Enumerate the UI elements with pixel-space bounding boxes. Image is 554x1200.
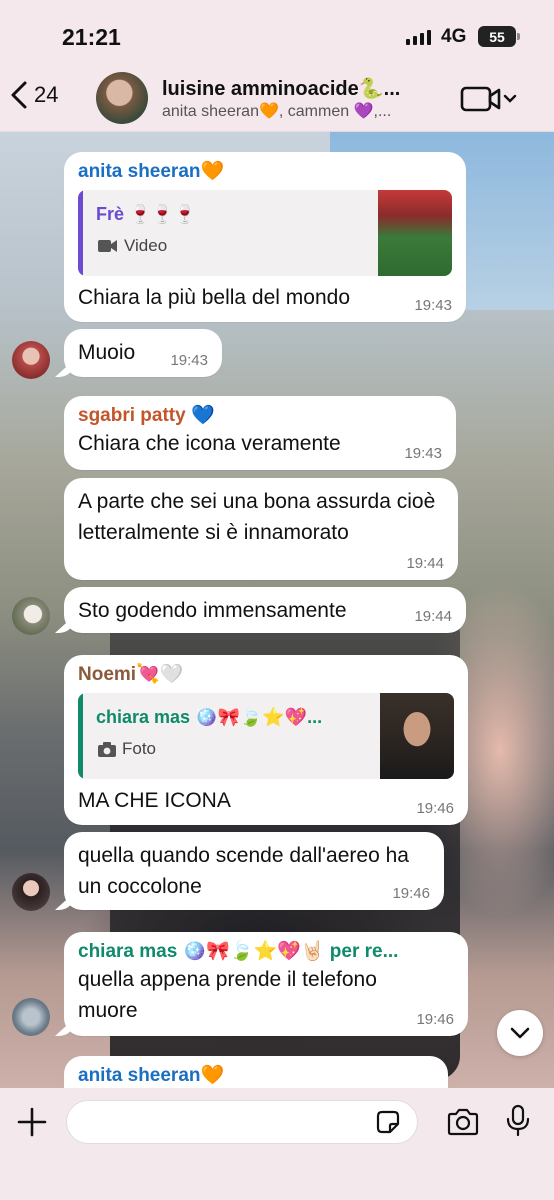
group-participants[interactable]: anita sheeran🧡, cammen 💜,... <box>162 101 391 121</box>
message-list[interactable]: anita sheeran🧡 Frè 🍷🍷🍷 Video Chiara la p… <box>0 0 554 1106</box>
message-text: A parte che sei una bona assurda cioè le… <box>78 490 436 544</box>
camera-icon <box>447 1108 479 1136</box>
message-bubble[interactable]: chiara mas 🪩🎀🍃⭐💖🤘🏻 per re... quella appe… <box>64 932 468 1036</box>
message-bubble[interactable]: sgabri patty 💙 Chiara che icona verament… <box>64 396 456 470</box>
scroll-to-bottom-button[interactable] <box>497 1010 543 1056</box>
sender-avatar[interactable] <box>12 998 50 1036</box>
sticker-button[interactable] <box>374 1108 402 1141</box>
chevron-left-icon <box>11 81 27 109</box>
message-text: MA CHE ICONA <box>78 789 231 812</box>
back-button[interactable]: 24 <box>10 80 58 110</box>
message-time: 19:43 <box>170 352 208 369</box>
message-bubble[interactable]: Sto godendo immensamente 19:44 <box>64 587 466 633</box>
battery-icon: 55 <box>478 26 520 47</box>
message-time: 19:44 <box>406 555 444 572</box>
group-name[interactable]: luisine amminoacide🐍... <box>162 76 400 101</box>
network-label: 4G <box>441 26 467 47</box>
unread-count: 24 <box>34 82 59 107</box>
message-input[interactable] <box>66 1100 418 1144</box>
message-sender[interactable]: anita sheeran🧡 <box>78 160 452 184</box>
signal-icon <box>406 30 431 45</box>
message-bubble[interactable]: anita sheeran🧡 Frè 🍷🍷🍷 Video Chiara la p… <box>64 152 466 322</box>
message-sender[interactable]: Noemi💘🤍 <box>78 663 454 687</box>
quoted-message[interactable]: Frè 🍷🍷🍷 Video <box>78 190 452 276</box>
message-bubble[interactable]: Muoio 19:43 <box>64 329 222 377</box>
quoted-type: Foto <box>98 739 156 759</box>
quoted-type: Video <box>98 236 167 256</box>
sender-avatar[interactable] <box>12 597 50 635</box>
message-bubble[interactable]: Noemi💘🤍 chiara mas 🪩🎀🍃⭐💖... Foto MA CHE … <box>64 655 468 825</box>
quoted-video-thumbnail <box>378 190 452 276</box>
plus-icon <box>17 1107 47 1137</box>
quoted-sender: chiara mas 🪩🎀🍃⭐💖... <box>96 707 323 727</box>
message-sender[interactable]: anita sheeran🧡 <box>78 1064 434 1088</box>
attach-button[interactable] <box>16 1106 48 1143</box>
message-text: Chiara la più bella del mondo <box>78 286 351 309</box>
composer-bar <box>0 1088 554 1200</box>
message-text: Sto godendo immensamente <box>78 599 347 622</box>
message-text: quella quando scende dall'aereo ha un co… <box>78 844 409 898</box>
message-time: 19:46 <box>392 885 430 902</box>
sender-avatar[interactable] <box>12 341 50 379</box>
message-time: 19:46 <box>416 1011 454 1028</box>
video-call-button[interactable] <box>460 84 518 119</box>
chevron-down-icon <box>510 1027 530 1039</box>
message-time: 19:44 <box>414 608 452 625</box>
message-time: 19:43 <box>404 445 442 462</box>
quoted-sender: Frè 🍷🍷🍷 <box>96 204 197 224</box>
quoted-message[interactable]: chiara mas 🪩🎀🍃⭐💖... Foto <box>78 693 454 779</box>
microphone-button[interactable] <box>505 1104 531 1143</box>
message-text: Chiara che icona veramente <box>78 432 341 455</box>
message-bubble[interactable]: quella quando scende dall'aereo ha un co… <box>64 832 444 910</box>
microphone-icon <box>506 1104 530 1137</box>
message-sender[interactable]: sgabri patty 💙 <box>78 404 442 428</box>
status-time: 21:21 <box>62 24 121 50</box>
camera-button[interactable] <box>446 1108 480 1141</box>
message-time: 19:43 <box>414 297 452 314</box>
message-sender[interactable]: chiara mas 🪩🎀🍃⭐💖🤘🏻 per re... <box>78 940 454 964</box>
message-time: 19:46 <box>416 800 454 817</box>
group-avatar[interactable] <box>96 72 148 124</box>
sender-avatar[interactable] <box>12 873 50 911</box>
video-camera-icon <box>460 86 517 112</box>
chat-header: 21:21 4G 55 24 luisine amminoacide🐍... a… <box>0 0 554 132</box>
camera-icon <box>98 741 116 757</box>
quoted-photo-thumbnail <box>380 693 454 779</box>
sticker-icon <box>376 1110 400 1134</box>
video-icon <box>98 240 117 252</box>
message-text: quella appena prende il telefono muore <box>78 968 377 1022</box>
message-bubble[interactable]: A parte che sei una bona assurda cioè le… <box>64 478 458 580</box>
